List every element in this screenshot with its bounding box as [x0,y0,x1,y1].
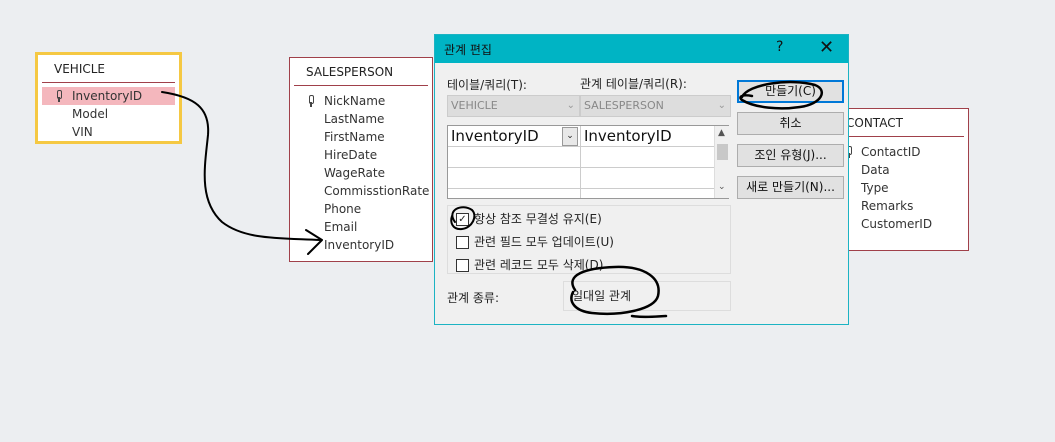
enforce-integrity-checkbox[interactable]: ✓ 항상 참조 무결성 유지(E) [456,212,602,228]
dialog-titlebar[interactable]: 관계 편집 ? ✕ [435,35,848,63]
contact-field-remarks[interactable]: Remarks [844,197,968,215]
salesperson-field-phone[interactable]: Phone [290,200,432,218]
related-table-query-label: 관계 테이블/쿼리(R): [580,77,687,91]
salesperson-field-commissionrate[interactable]: CommisstionRate [290,182,432,200]
edit-relationships-dialog: 관계 편집 ? ✕ 테이블/쿼리(T): 관계 테이블/쿼리(R): VEHIC… [434,34,849,325]
cancel-button[interactable]: 취소 [737,112,844,135]
close-icon[interactable]: ✕ [819,37,834,58]
grid-scrollbar[interactable]: ▲ ⌄ [714,126,729,198]
grid-divider [580,126,581,198]
salesperson-field-firstname[interactable]: FirstName [290,128,432,146]
related-table-query-value: SALESPERSON [584,99,664,112]
scroll-up-icon[interactable]: ▲ [718,128,725,138]
help-icon[interactable]: ? [776,39,783,55]
salesperson-field-email[interactable]: Email [290,218,432,236]
create-button[interactable]: 만들기(C) [737,80,844,103]
cascade-delete-label: 관련 레코드 모두 삭제(D) [474,258,604,272]
vehicle-field-model[interactable]: Model [38,105,179,123]
grid-left-field[interactable]: InventoryID [448,126,580,147]
salesperson-field-lastname[interactable]: LastName [290,110,432,128]
relationship-type-value: 일대일 관계 [563,281,731,311]
checkbox-icon[interactable] [456,259,469,272]
contact-field-contactid[interactable]: ContactID [844,143,968,161]
chevron-down-icon: ⌄ [566,100,575,111]
grid-row[interactable] [448,147,714,168]
vehicle-field-vin[interactable]: VIN [38,123,179,141]
contact-table-title: CONTACT [844,109,964,137]
related-table-query-select[interactable]: SALESPERSON ⌄ [580,95,731,117]
salesperson-field-hiredate[interactable]: HireDate [290,146,432,164]
scroll-down-icon[interactable]: ⌄ [718,182,726,192]
table-query-value: VEHICLE [451,99,498,112]
salesperson-field-wagerate[interactable]: WageRate [290,164,432,182]
cascade-update-label: 관련 필드 모두 업데이트(U) [474,235,614,249]
vehicle-field-inventoryid[interactable]: InventoryID [42,87,175,105]
cascade-delete-checkbox[interactable]: 관련 레코드 모두 삭제(D) [456,258,603,274]
scroll-thumb[interactable] [717,144,728,160]
contact-field-data[interactable]: Data [844,161,968,179]
table-query-select[interactable]: VEHICLE ⌄ [447,95,580,117]
salesperson-field-nickname[interactable]: NickName [290,92,432,110]
salesperson-field-inventoryid[interactable]: InventoryID [290,236,432,254]
salesperson-table[interactable]: SALESPERSON NickName LastName FirstName … [289,57,433,262]
field-mapping-grid[interactable]: InventoryID ⌄ InventoryID ▲ ⌄ [447,125,729,199]
cascade-update-checkbox[interactable]: 관련 필드 모두 업데이트(U) [456,235,614,251]
grid-row[interactable] [448,168,714,189]
table-query-label: 테이블/쿼리(T): [447,78,527,92]
join-type-button[interactable]: 조인 유형(J)... [737,144,844,167]
grid-right-field[interactable]: InventoryID [581,126,714,147]
integrity-options: ✓ 항상 참조 무결성 유지(E) 관련 필드 모두 업데이트(U) 관련 레코… [447,205,731,274]
chevron-down-icon[interactable]: ⌄ [562,127,578,146]
enforce-integrity-label: 항상 참조 무결성 유지(E) [474,212,602,226]
salesperson-table-title: SALESPERSON [294,58,428,86]
contact-field-customerid[interactable]: CustomerID [844,215,968,233]
contact-table[interactable]: CONTACT ContactID Data Type Remarks Cust… [843,108,969,251]
checkbox-icon[interactable] [456,236,469,249]
vehicle-table-title: VEHICLE [42,55,175,83]
contact-field-type[interactable]: Type [844,179,968,197]
dialog-title: 관계 편집 [444,43,492,57]
chevron-down-icon: ⌄ [717,100,726,111]
create-new-button[interactable]: 새로 만들기(N)... [737,176,844,199]
checkmark-icon[interactable]: ✓ [456,213,469,226]
relationship-type-label: 관계 종류: [447,291,500,305]
vehicle-table[interactable]: VEHICLE InventoryID Model VIN [35,52,182,144]
